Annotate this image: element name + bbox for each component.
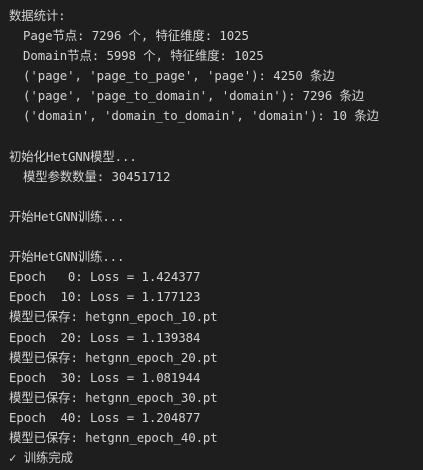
- training-log-line: Epoch 30: Loss = 1.081944: [9, 369, 201, 385]
- start-training-line: 开始HetGNN训练...: [9, 249, 125, 265]
- training-log-line: 模型已保存: hetgnn_epoch_10.pt: [9, 309, 218, 325]
- training-complete-line: ✓ 训练完成: [9, 448, 423, 468]
- edge-domain-domain-stats: ('domain', 'domain_to_domain', 'domain')…: [23, 108, 379, 124]
- page-node-stats: Page节点: 7296 个, 特征维度: 1025: [23, 28, 249, 44]
- init-model-line: 初始化HetGNN模型...: [9, 148, 137, 164]
- checkmark-icon: ✓: [9, 450, 17, 466]
- stats-header: 数据统计:: [9, 8, 66, 23]
- domain-node-stats: Domain节点: 5998 个, 特征维度: 1025: [23, 48, 264, 64]
- training-log-line: 模型已保存: hetgnn_epoch_30.pt: [9, 389, 218, 405]
- training-log-line: Epoch 20: Loss = 1.139384: [9, 329, 201, 345]
- terminal-output[interactable]: 数据统计: Page节点: 7296 个, 特征维度: 1025 Domain节…: [0, 0, 423, 470]
- edge-page-domain-stats: ('page', 'page_to_domain', 'domain'): 72…: [23, 88, 365, 104]
- training-log-line: 模型已保存: hetgnn_epoch_20.pt: [9, 349, 218, 365]
- training-log-line: Epoch 10: Loss = 1.177123: [9, 289, 201, 305]
- training-log-line: Epoch 0: Loss = 1.424377: [9, 269, 201, 285]
- param-count-line: 模型参数数量: 30451712: [23, 168, 171, 184]
- training-log-line: Epoch 40: Loss = 1.204877: [9, 409, 201, 425]
- training-log-line: 模型已保存: hetgnn_epoch_40.pt: [9, 429, 218, 445]
- edge-page-page-stats: ('page', 'page_to_page', 'page'): 4250 条…: [23, 68, 335, 84]
- start-training-line: 开始HetGNN训练...: [9, 208, 125, 224]
- training-complete-text: 训练完成: [23, 450, 73, 466]
